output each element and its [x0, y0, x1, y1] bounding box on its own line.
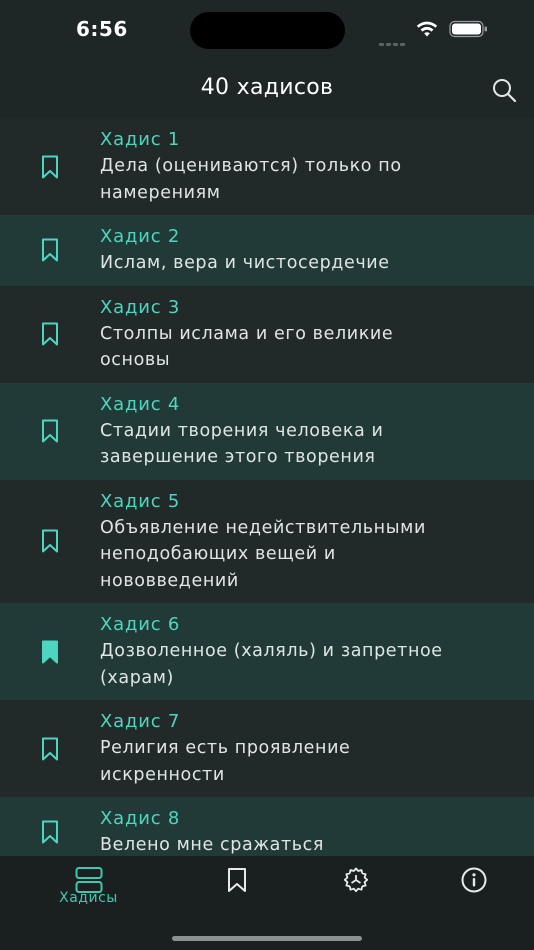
hadith-title-line: намерениям [100, 182, 221, 203]
hadith-title-line: Объявление недействительными [100, 517, 426, 538]
bookmark-icon[interactable] [38, 528, 62, 554]
tab-bookmarks[interactable] [170, 856, 303, 916]
hadith-row[interactable]: Хадис 3 Столпы ислама и его великие основы [0, 285, 534, 383]
hadith-text: Хадис 2 Ислам, вера и чистосердечие [100, 215, 510, 286]
hadith-text: Хадис 1 Дела (оцениваются) только по намер… [100, 118, 510, 215]
tab-hadiths-label: Хадисы [59, 890, 118, 906]
bookmark-icon[interactable] [38, 418, 62, 444]
hadith-title-line: Дозволенное (халяль) и запретное [100, 641, 443, 661]
search-icon[interactable] [490, 76, 518, 104]
hadith-title-line: Дела (оцениваются) только по [100, 156, 402, 176]
status-time: 6:56 [76, 17, 128, 41]
hadith-title-line: (харам) [100, 667, 174, 688]
hadith-number: Хадис 2 [100, 226, 181, 247]
tab-settings[interactable] [289, 856, 422, 916]
hadith-text: Хадис 7 Религия есть проявление искренност… [100, 700, 510, 797]
hadith-title-line: искренности [100, 764, 225, 785]
settings-icon [343, 867, 368, 893]
status-bar: 6:56 [0, 0, 534, 60]
hadith-title-line: неподобающих вещей и [100, 544, 336, 564]
home-indicator [172, 936, 362, 941]
bookmark-icon[interactable] [38, 819, 62, 845]
bookmark-icon[interactable] [38, 736, 62, 762]
hadith-row[interactable]: Хадис 2 Ислам, вера и чистосердечие [0, 215, 534, 286]
hadith-title-line: нововведений [100, 570, 239, 591]
wifi-icon [416, 21, 438, 37]
tab-info[interactable] [407, 856, 534, 916]
battery-icon [449, 20, 487, 38]
hadith-title-line: завершение этого творения [100, 447, 376, 467]
bookmark-icon [227, 868, 246, 892]
hadith-text: Хадис 6 Дозволенное (халяль) и запретное (… [100, 603, 510, 700]
hadith-title-line: Велено мне сражаться [100, 835, 325, 855]
hadith-number: Хадис 6 [100, 614, 181, 635]
tab-hadiths[interactable]: Хадисы [22, 856, 155, 916]
hadith-title-line: Ислам, вера и чистосердечие [100, 253, 390, 273]
page-title: 40 хадисов [200, 75, 334, 100]
bookmark-icon[interactable] [38, 321, 62, 347]
bookmark-filled-icon[interactable] [38, 639, 62, 665]
bookmark-icon[interactable] [38, 237, 62, 263]
hadith-number: Хадис 8 [100, 808, 181, 829]
hadith-text: Хадис 5 Объявление недействительными непод… [100, 480, 510, 604]
hadith-list: Хадис 1 Дела (оцениваются) только по намер… [0, 118, 534, 856]
hadith-row[interactable]: Хадис 7 Религия есть проявление искренност… [0, 700, 534, 797]
hadith-row[interactable]: Хадис 5 Объявление недействительными непод… [0, 479, 534, 604]
hadith-text: Хадис 8 Велено мне сражаться [100, 797, 510, 856]
info-icon [461, 867, 486, 893]
bookmark-icon[interactable] [38, 154, 62, 180]
hadith-row[interactable]: Хадис 6 Дозволенное (халяль) и запретное (… [0, 603, 534, 700]
app-screen: 6:56 40 хадисов Хадис 1 Дела (оцениваются… [0, 0, 534, 950]
hadith-title-line: Стадии творения человека и [100, 420, 384, 441]
hadith-number: Хадис 4 [100, 393, 181, 415]
hadith-text: Хадис 4 Стадии творения человека и заверше… [100, 383, 510, 480]
hadith-row[interactable]: Хадис 4 Стадии творения человека и заверше… [0, 382, 534, 480]
cellular-signal-icon [379, 31, 407, 46]
hadith-row[interactable]: Хадис 1 Дела (оцениваются) только по намер… [0, 118, 534, 215]
dynamic-island [190, 12, 345, 49]
hadith-number: Хадис 5 [100, 490, 181, 512]
hadith-title-line: основы [100, 350, 171, 370]
hadith-number: Хадис 1 [100, 129, 181, 150]
hadith-text: Хадис 3 Столпы ислама и его великие основы [100, 286, 510, 383]
hadith-number: Хадис 7 [100, 711, 181, 732]
hadith-row[interactable]: Хадис 8 Велено мне сражаться [0, 797, 534, 856]
hadith-title-line: Религия есть проявление [100, 738, 351, 758]
hadith-title-line: Столпы ислама и его великие [100, 323, 394, 344]
navigation-header: 40 хадисов [0, 60, 534, 118]
hadith-number: Хадис 3 [100, 296, 181, 318]
